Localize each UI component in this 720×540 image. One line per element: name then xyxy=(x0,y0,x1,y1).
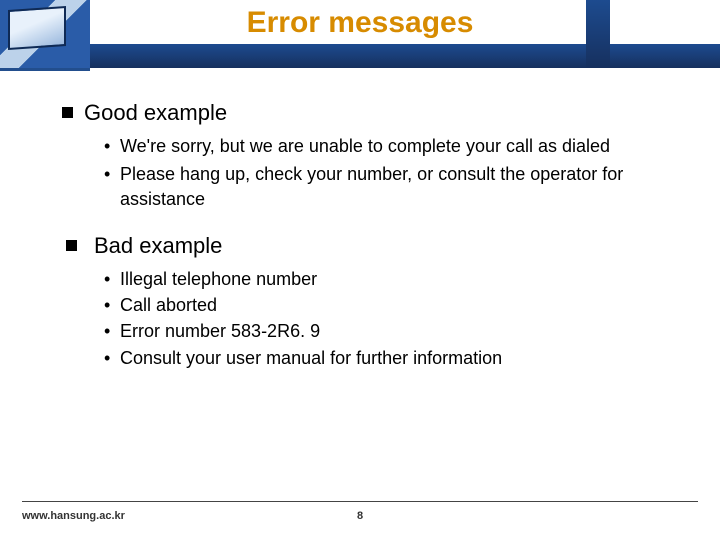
square-bullet-icon xyxy=(66,240,77,251)
slide-title: Error messages xyxy=(0,6,720,40)
square-bullet-icon xyxy=(62,107,73,118)
slide: Error messages Good example We're sorry,… xyxy=(0,0,720,540)
section-heading-bad: Bad example xyxy=(62,233,680,259)
good-example-list: We're sorry, but we are unable to comple… xyxy=(62,134,680,211)
slide-body: Good example We're sorry, but we are una… xyxy=(62,100,680,392)
header-stripe xyxy=(90,44,720,68)
list-item: Illegal telephone number xyxy=(104,267,680,291)
section-heading-bad-label: Bad example xyxy=(94,233,222,258)
list-item: Please hang up, check your number, or co… xyxy=(104,162,680,211)
list-item: Call aborted xyxy=(104,293,680,317)
list-item: We're sorry, but we are unable to comple… xyxy=(104,134,680,158)
footer-divider xyxy=(22,501,698,502)
list-item: Error number 583-2R6. 9 xyxy=(104,319,680,343)
page-number: 8 xyxy=(0,510,720,522)
bad-example-list: Illegal telephone number Call aborted Er… xyxy=(62,267,680,370)
section-heading-good-label: Good example xyxy=(84,100,227,125)
section-heading-good: Good example xyxy=(62,100,680,126)
list-item: Consult your user manual for further inf… xyxy=(104,346,680,370)
